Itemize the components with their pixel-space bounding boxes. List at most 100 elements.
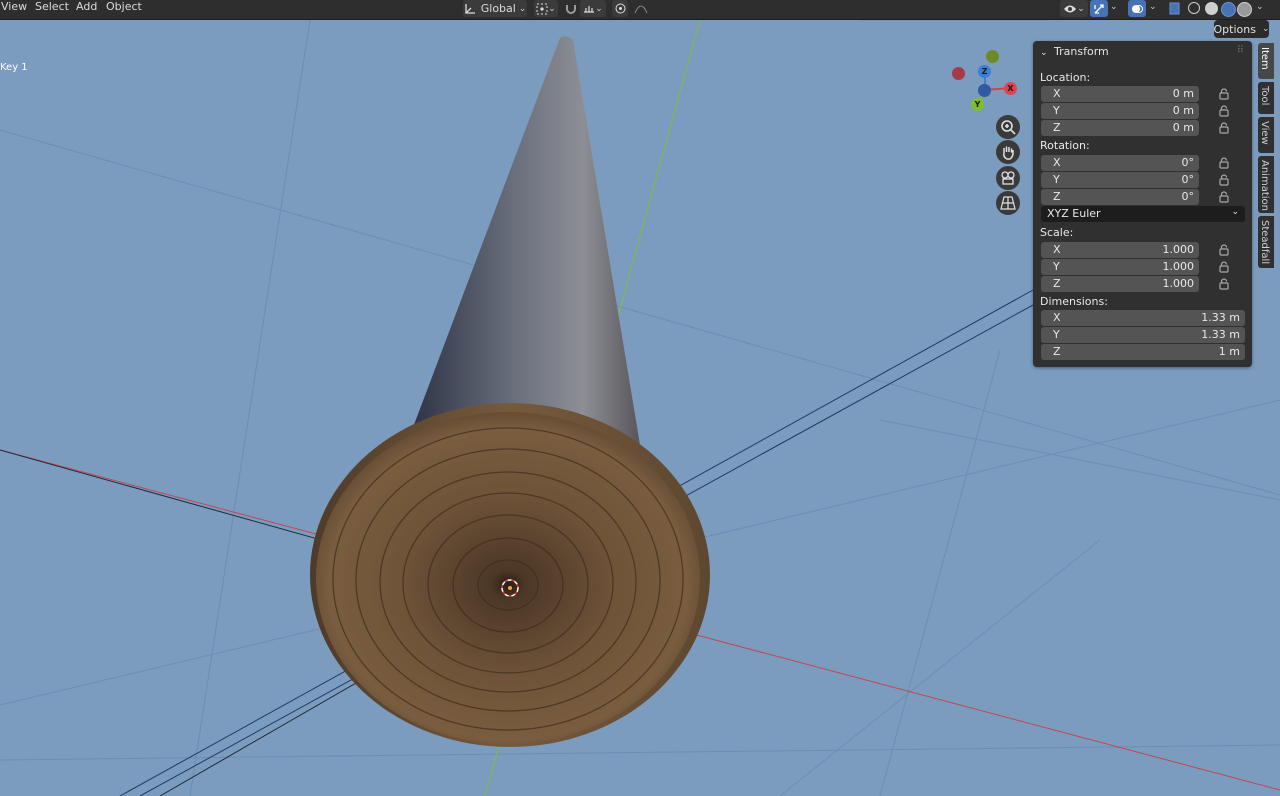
perspective-toggle-button[interactable] bbox=[996, 191, 1020, 215]
dimensions-x-field[interactable]: X 1.33 m bbox=[1041, 310, 1245, 326]
collapse-chevron-icon: ⌄ bbox=[1040, 48, 1048, 58]
chevron-down-icon: ⌄ bbox=[515, 3, 527, 14]
field-value: 0° bbox=[1181, 190, 1195, 203]
rotation-z-field[interactable]: Z 0° bbox=[1041, 189, 1199, 205]
chevron-down-icon: ⌄ bbox=[1077, 3, 1085, 14]
snap-toggle[interactable] bbox=[562, 0, 579, 17]
location-label: Location: bbox=[1040, 71, 1091, 84]
transform-orientation-dropdown[interactable]: Global ⌄ bbox=[463, 0, 527, 17]
trunk-base-cap bbox=[316, 412, 700, 744]
zoom-button[interactable] bbox=[996, 115, 1020, 139]
keyframe-label: Key 1 bbox=[0, 62, 28, 73]
field-value: 1.33 m bbox=[1201, 311, 1240, 324]
lock-icon[interactable] bbox=[1219, 105, 1229, 117]
rotation-y-field[interactable]: Y 0° bbox=[1041, 172, 1199, 188]
proportional-editing-toggle[interactable] bbox=[612, 0, 628, 17]
lock-icon[interactable] bbox=[1219, 191, 1229, 203]
menu-add[interactable]: Add bbox=[76, 0, 97, 19]
lock-icon[interactable] bbox=[1219, 261, 1229, 273]
orientation-label: Global bbox=[480, 2, 516, 15]
dimensions-y-field[interactable]: Y 1.33 m bbox=[1041, 327, 1245, 343]
tab-animation[interactable]: Animation bbox=[1258, 156, 1274, 213]
axis-label: X bbox=[1053, 156, 1061, 169]
options-dropdown[interactable]: Options ⌄ bbox=[1214, 20, 1270, 38]
gizmo-neg-z-icon[interactable] bbox=[978, 84, 991, 97]
field-value: 1.000 bbox=[1162, 277, 1195, 290]
tab-label: Animation bbox=[1259, 160, 1270, 211]
tab-tool[interactable]: Tool bbox=[1258, 82, 1274, 114]
gizmo-z-icon[interactable]: Z bbox=[978, 65, 991, 78]
snap-target-dropdown[interactable]: ⌄ bbox=[580, 0, 606, 17]
rotation-x-field[interactable]: X 0° bbox=[1041, 155, 1199, 171]
falloff-dropdown[interactable] bbox=[629, 0, 653, 17]
menu-object[interactable]: Object bbox=[106, 0, 142, 19]
axis-label: Y bbox=[1053, 104, 1060, 117]
field-value: 1.000 bbox=[1162, 243, 1195, 256]
scale-z-field[interactable]: Z 1.000 bbox=[1041, 276, 1199, 292]
overlays-toggle[interactable] bbox=[1128, 0, 1146, 17]
chevron-down-icon[interactable]: ⌄ bbox=[1256, 2, 1264, 12]
drag-handle-icon[interactable]: ⠿ bbox=[1237, 45, 1244, 56]
tab-label: Steadfall bbox=[1259, 220, 1270, 265]
lock-icon[interactable] bbox=[1219, 157, 1229, 169]
field-value: 0° bbox=[1181, 173, 1195, 186]
lock-icon[interactable] bbox=[1219, 122, 1229, 134]
chevron-down-icon[interactable]: ⌄ bbox=[1110, 2, 1118, 12]
axis-label: X bbox=[1053, 311, 1061, 324]
tab-item[interactable]: Item bbox=[1258, 43, 1274, 79]
axis-label: Z bbox=[1053, 277, 1061, 290]
lock-icon[interactable] bbox=[1219, 244, 1229, 256]
tab-steadfall[interactable]: Steadfall bbox=[1258, 216, 1274, 268]
pivot-point-dropdown[interactable]: ⌄ bbox=[534, 0, 558, 17]
gizmo-toggle[interactable] bbox=[1090, 0, 1108, 17]
xray-toggle[interactable] bbox=[1166, 0, 1182, 17]
rendered-shading-icon[interactable] bbox=[1237, 2, 1252, 17]
axis-label: Y bbox=[1053, 328, 1060, 341]
scale-x-field[interactable]: X 1.000 bbox=[1041, 242, 1199, 258]
location-x-field[interactable]: X 0 m bbox=[1041, 86, 1199, 102]
lock-icon[interactable] bbox=[1219, 88, 1229, 100]
axis-label: Y bbox=[1053, 260, 1060, 273]
visibility-dropdown[interactable]: ⌄ bbox=[1060, 0, 1088, 17]
material-preview-shading-icon[interactable] bbox=[1221, 2, 1236, 17]
xray-icon bbox=[1169, 2, 1179, 15]
proportional-edit-icon bbox=[615, 3, 625, 14]
snap-increment-icon bbox=[584, 5, 595, 13]
navigation-gizmo[interactable]: Z X Y bbox=[950, 48, 1020, 111]
gizmo-arrows-icon bbox=[1094, 3, 1104, 14]
location-z-field[interactable]: Z 0 m bbox=[1041, 120, 1199, 136]
lock-icon[interactable] bbox=[1219, 174, 1229, 186]
hand-icon bbox=[1003, 146, 1014, 160]
solid-shading-icon[interactable] bbox=[1205, 2, 1218, 15]
gizmo-x-icon[interactable]: X bbox=[1004, 82, 1017, 95]
rotation-mode-dropdown[interactable]: XYZ Euler ⌄ bbox=[1041, 206, 1245, 222]
pivot-point-icon bbox=[536, 3, 548, 14]
dimensions-z-field[interactable]: Z 1 m bbox=[1041, 344, 1245, 360]
field-value: 1.33 m bbox=[1201, 328, 1240, 341]
gizmo-y-icon[interactable]: Y bbox=[971, 98, 984, 111]
tab-view[interactable]: View bbox=[1258, 117, 1274, 153]
axis-label: Z bbox=[1053, 190, 1061, 203]
grid-perspective-icon bbox=[1000, 196, 1016, 210]
gizmo-neg-y-icon[interactable] bbox=[986, 50, 999, 63]
field-value: 1 m bbox=[1218, 345, 1240, 358]
wireframe-shading-icon[interactable] bbox=[1188, 2, 1200, 14]
transform-panel-title: Transform bbox=[1054, 45, 1109, 58]
rotation-mode-label: XYZ Euler bbox=[1047, 207, 1101, 220]
scale-y-field[interactable]: Y 1.000 bbox=[1041, 259, 1199, 275]
location-y-field[interactable]: Y 0 m bbox=[1041, 103, 1199, 119]
pan-button[interactable] bbox=[996, 140, 1020, 164]
chevron-down-icon: ⌄ bbox=[595, 3, 603, 14]
camera-view-button[interactable] bbox=[996, 166, 1020, 190]
transform-panel-header[interactable]: ⌄ Transform bbox=[1040, 45, 1109, 58]
chevron-down-icon: ⌄ bbox=[1261, 24, 1270, 34]
chevron-down-icon[interactable]: ⌄ bbox=[1149, 2, 1157, 12]
chevron-down-icon: ⌄ bbox=[1231, 207, 1239, 217]
axis-label: Z bbox=[1053, 121, 1061, 134]
menu-view[interactable]: View bbox=[1, 0, 27, 19]
lock-icon[interactable] bbox=[1219, 278, 1229, 290]
axis-label: Z bbox=[1053, 345, 1061, 358]
menu-select[interactable]: Select bbox=[35, 0, 69, 19]
gizmo-neg-x-icon[interactable] bbox=[952, 67, 965, 80]
rotation-label: Rotation: bbox=[1040, 139, 1090, 152]
